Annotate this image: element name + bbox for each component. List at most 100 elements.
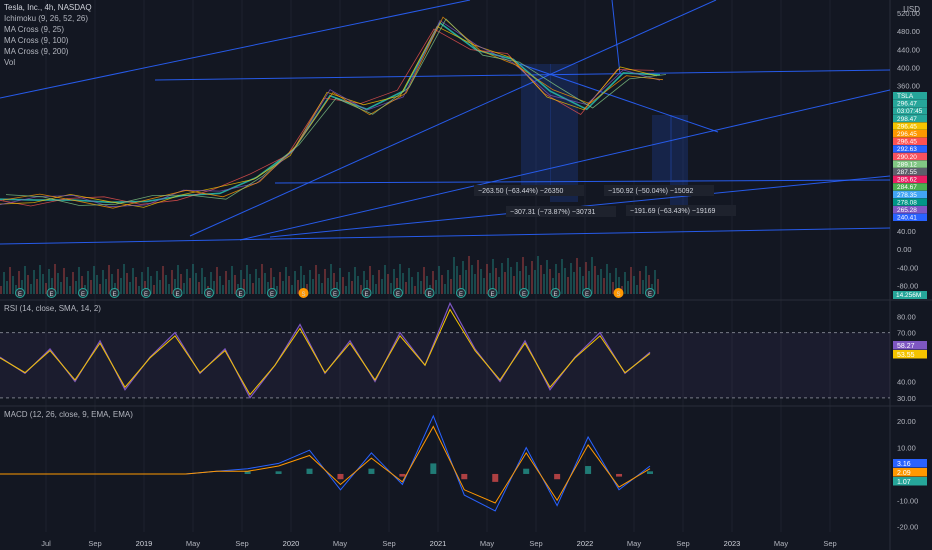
indicator-ma-cross-100[interactable]: MA Cross (9, 100) <box>4 35 92 46</box>
volume-bar <box>357 276 359 294</box>
volume-bar <box>201 268 203 294</box>
volume-bar <box>372 275 374 294</box>
rsi-title[interactable]: RSI (14, close, SMA, 14, 2) <box>4 303 101 314</box>
volume-bar <box>27 275 29 294</box>
macd-histogram-bar <box>492 473 499 482</box>
volume-bar <box>468 256 470 294</box>
rsi-tick-label: 80.00 <box>897 312 916 321</box>
volume-bar <box>153 285 155 294</box>
volume-bar <box>192 264 194 294</box>
y-tick-label: 480.00 <box>897 27 920 36</box>
volume-bar <box>435 280 437 294</box>
volume-bar <box>591 257 593 294</box>
volume-bar <box>252 283 254 294</box>
volume-bar <box>105 279 107 294</box>
volume-bar <box>420 281 422 294</box>
volume-bar <box>480 269 482 294</box>
volume-bar <box>417 272 419 294</box>
volume-bar <box>72 272 74 294</box>
macd-histogram-bar <box>399 473 406 477</box>
macd-title[interactable]: MACD (12, 26, close, 9, EMA, EMA) <box>4 409 133 420</box>
volume-bar <box>321 283 323 294</box>
volume-bar <box>195 273 197 294</box>
volume-bar <box>354 267 356 294</box>
price-label: 296.45 <box>897 131 917 138</box>
event-marker-label: E <box>459 292 463 298</box>
event-marker-label: S <box>616 292 620 298</box>
volume-bar <box>405 282 407 294</box>
volume-bar <box>6 281 8 294</box>
indicator-ichimoku[interactable]: Ichimoku (9, 26, 52, 26) <box>4 13 92 24</box>
volume-bar <box>501 263 503 294</box>
volume-bar <box>228 280 230 294</box>
event-marker-label: E <box>112 292 116 298</box>
volume-label: 14.256M <box>896 292 921 299</box>
volume-bar <box>534 270 536 294</box>
volume-bar <box>441 275 443 294</box>
volume-bar <box>162 266 164 294</box>
volume-bar <box>96 275 98 294</box>
volume-bar <box>57 273 59 294</box>
indicator-ma-cross-200[interactable]: MA Cross (9, 200) <box>4 46 92 57</box>
x-tick-label: May <box>333 539 347 548</box>
volume-bar <box>543 274 545 294</box>
volume-bar <box>636 285 638 294</box>
price-label: TSLA <box>897 93 914 100</box>
indicator-ma-cross-25[interactable]: MA Cross (9, 25) <box>4 24 92 35</box>
macd-tick-label: 20.00 <box>897 417 916 426</box>
volume-bar <box>510 267 512 294</box>
x-tick-label: Sep <box>235 539 248 548</box>
volume-bar <box>627 281 629 294</box>
volume-bar <box>573 272 575 294</box>
volume-bar <box>255 269 257 294</box>
volume-bar <box>603 278 605 294</box>
x-tick-label: 2021 <box>430 539 447 548</box>
symbol-title[interactable]: Tesla, Inc., 4h, NASDAQ <box>4 2 92 13</box>
macd-tick-label: -10.00 <box>897 496 918 505</box>
volume-bar <box>348 272 350 294</box>
price-label: 289.12 <box>897 161 917 168</box>
volume-bar <box>234 275 236 294</box>
macd-value-label: 1.07 <box>897 479 911 486</box>
volume-bar <box>261 264 263 294</box>
event-marker-label: E <box>553 292 557 298</box>
volume-bar <box>387 274 389 294</box>
volume-bar <box>309 270 311 294</box>
volume-bar <box>225 271 227 294</box>
volume-bar <box>222 285 224 294</box>
volume-bar <box>312 279 314 294</box>
event-marker-label: E <box>364 292 368 298</box>
volume-bar <box>138 286 140 294</box>
macd-value-label: 3.16 <box>897 461 911 468</box>
volume-bar <box>579 267 581 294</box>
volume-bar <box>339 268 341 294</box>
chart-canvas[interactable]: E E E E E E E E E S E E E E E E E E E S E −263.50 (−63.44%) −… <box>0 0 932 550</box>
volume-bar <box>231 266 233 294</box>
volume-bar <box>90 280 92 294</box>
volume-bar <box>465 270 467 294</box>
volume-bar <box>486 264 488 294</box>
indicator-vol[interactable]: Vol <box>4 57 92 68</box>
event-marker-label: E <box>648 292 652 298</box>
volume-bar <box>474 274 476 294</box>
volume-bar <box>537 256 539 294</box>
price-label: 298.47 <box>897 116 917 123</box>
volume-bar <box>444 284 446 294</box>
y-tick-label: -40.00 <box>897 263 918 272</box>
volume-bar <box>9 267 11 294</box>
event-marker-label: E <box>333 292 337 298</box>
volume-bar <box>375 284 377 294</box>
volume-bar <box>507 258 509 294</box>
volume-bar <box>159 280 161 294</box>
volume-bar <box>453 257 455 294</box>
volume-bar <box>63 268 65 294</box>
volume-bar <box>570 263 572 294</box>
y-tick-label: 360.00 <box>897 82 920 91</box>
volume-bar <box>39 265 41 294</box>
volume-bar <box>378 270 380 294</box>
currency-label: USD <box>903 5 920 14</box>
volume-bar <box>282 281 284 294</box>
x-tick-label: Sep <box>529 539 542 548</box>
volume-bar <box>24 266 26 294</box>
x-tick-label: Sep <box>382 539 395 548</box>
